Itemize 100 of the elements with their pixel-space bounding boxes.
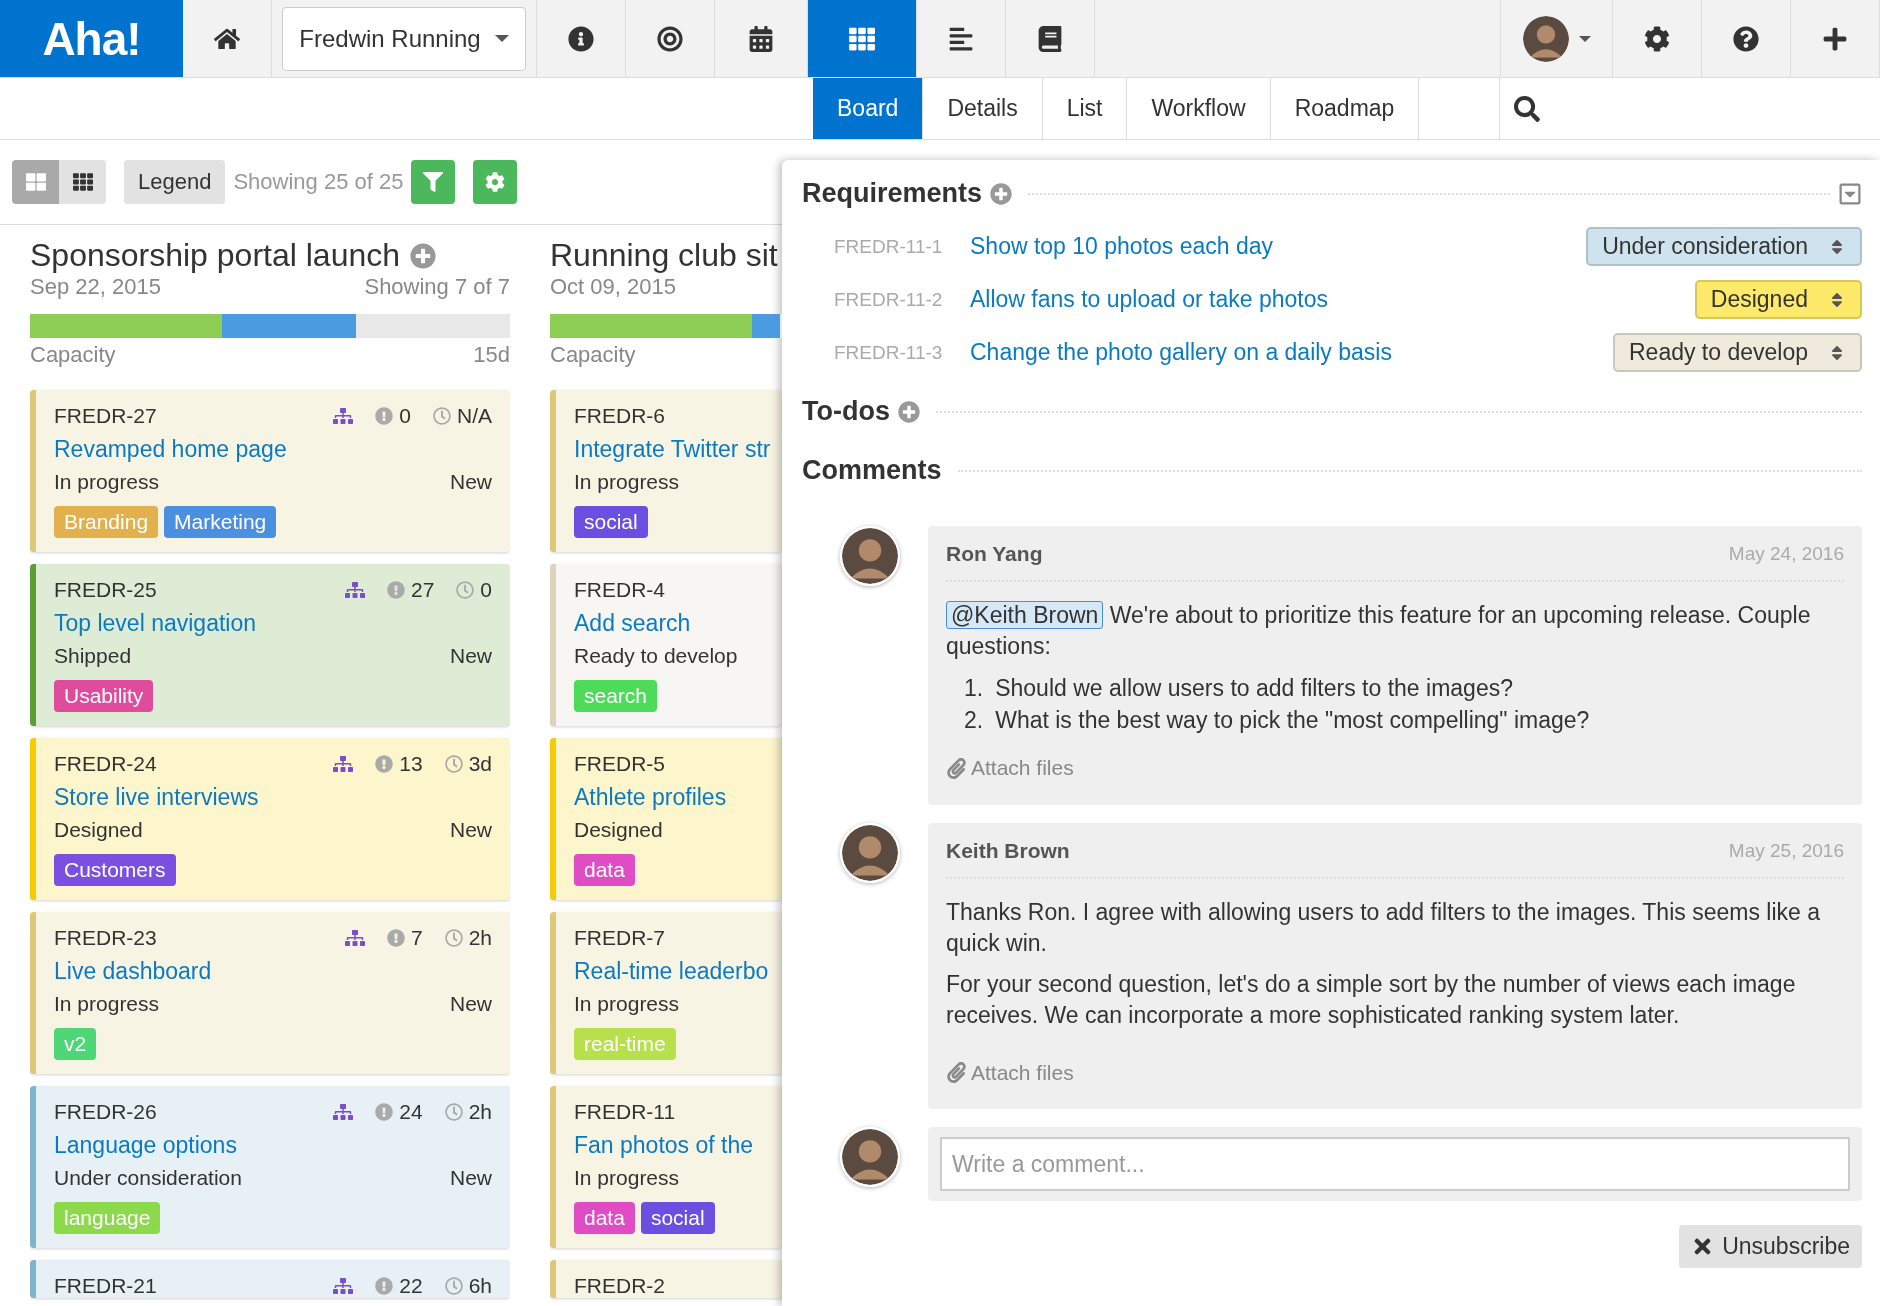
requirement-link[interactable]: Change the photo gallery on a daily basis <box>970 339 1613 366</box>
status-text: In progress <box>574 992 680 1016</box>
comment-author: Ron Yang <box>946 542 1043 566</box>
tag: Marketing <box>164 506 277 538</box>
alert-icon <box>375 1103 394 1121</box>
card-id: FREDR-11 <box>574 1100 676 1124</box>
unsubscribe-button[interactable]: Unsubscribe <box>1679 1225 1862 1268</box>
view-toggle[interactable] <box>12 160 59 204</box>
add-icon[interactable] <box>410 242 436 269</box>
card-title[interactable]: Live dashboard <box>54 956 212 986</box>
card-title[interactable]: Top level navigation <box>54 608 257 638</box>
tag: data <box>574 854 635 886</box>
search-icon[interactable] <box>1514 95 1541 122</box>
comment-input[interactable]: Write a comment... <box>940 1137 1850 1191</box>
feature-card[interactable]: FREDR-2 <box>550 1260 782 1298</box>
card-title[interactable]: Fan photos of the <box>574 1130 753 1160</box>
tag: Customers <box>54 854 176 886</box>
product-dropdown[interactable]: Fredwin Running <box>282 6 526 71</box>
requirement-id: FREDR-11-2 <box>834 288 944 311</box>
status-text: In progress <box>54 470 160 494</box>
comment-date: May 25, 2016 <box>1728 839 1844 862</box>
requirement-link[interactable]: Show top 10 photos each day <box>970 233 1587 260</box>
card-title[interactable]: Language options <box>54 1130 237 1160</box>
tag: v2 <box>54 1028 97 1060</box>
status-text: Designed <box>574 818 663 842</box>
comment-text: @Keith Brown We're about to prioritize this feature for an upcoming release. Couple questions: <box>946 600 1812 661</box>
alert-icon <box>375 755 394 773</box>
legend-button[interactable]: Legend <box>124 160 226 204</box>
view-toggle[interactable] <box>59 160 106 204</box>
card-title[interactable]: Real-time leaderbo <box>574 956 769 986</box>
list-item: What is the best way to pick the "most compelling" image? <box>995 706 1590 735</box>
nav-tab[interactable] <box>808 0 917 77</box>
card-title[interactable]: Integrate Twitter str <box>574 434 771 464</box>
feature-card[interactable]: FREDR-21 22 6h <box>30 1260 510 1298</box>
cards-icon <box>25 172 46 192</box>
comment-date: May 24, 2016 <box>1728 543 1844 565</box>
tag: data <box>574 1202 635 1234</box>
tag: real-time <box>574 1028 676 1060</box>
add-icon[interactable] <box>898 400 920 423</box>
card-id: FREDR-4 <box>574 578 665 602</box>
section-title: To-dos <box>802 396 890 427</box>
priority-text: New <box>450 644 492 668</box>
comment-text: Thanks Ron. I agree with allowing users to add filters to the images. This seems like a quick win. <box>946 897 1821 958</box>
comment-text: For your second question, let's do a simple sort by the number of views each image receives. We can incorporate a more sophisticated ranking system later. <box>946 969 1797 1030</box>
view-tab[interactable]: Board <box>813 78 924 139</box>
hierarchy-icon <box>344 580 365 600</box>
list-number: 2. <box>964 706 984 735</box>
status-select[interactable]: Ready to develop <box>1613 333 1862 372</box>
score-text: 13 <box>399 752 423 776</box>
score-text: 0 <box>399 404 411 428</box>
estimate-text: 2h <box>468 926 492 950</box>
status-text: In progress <box>574 470 680 494</box>
lines-icon <box>948 25 974 52</box>
estimate-text: 3d <box>468 752 492 776</box>
status-text: Under consideration <box>54 1166 242 1190</box>
app-logo[interactable]: Aha! <box>0 0 183 77</box>
target-icon <box>657 25 683 52</box>
release-title: Running club sit <box>550 237 778 274</box>
filter-icon <box>423 172 444 192</box>
feature-card[interactable]: FREDR-25 27 0 Top level navigation Shipped New Usability <box>30 564 510 726</box>
feature-card[interactable]: FREDR-27 0 N/A Revamped home page In progress New Branding Marketing <box>30 390 510 552</box>
feature-card[interactable]: FREDR-26 24 2h Language options Under consideration New language <box>30 1086 510 1248</box>
hierarchy-icon <box>333 406 354 426</box>
card-title[interactable]: Add search <box>574 608 691 638</box>
feature-card[interactable]: FREDR-11 Fan photos of the In progress data social <box>550 1086 782 1248</box>
add-icon[interactable] <box>990 182 1013 205</box>
status-select[interactable]: Under consideration <box>1586 227 1862 266</box>
release-date: Sep 22, 2015 <box>30 274 161 300</box>
card-id: FREDR-27 <box>54 404 157 428</box>
tag: Usability <box>54 680 154 712</box>
status-text: Shipped <box>54 644 132 668</box>
feature-card[interactable]: FREDR-5 Athlete profiles Designed data <box>550 738 782 900</box>
mention-link[interactable]: @Keith Brown <box>946 601 1104 629</box>
caret-icon <box>1578 35 1591 42</box>
feature-card[interactable]: FREDR-23 7 2h Live dashboard In progress New v2 <box>30 912 510 1074</box>
collapse-icon[interactable] <box>1838 181 1862 206</box>
caret-icon <box>494 35 509 42</box>
status-text: In progress <box>54 992 160 1016</box>
requirement-link[interactable]: Allow fans to upload or take photos <box>970 286 1695 313</box>
feature-card[interactable]: FREDR-4 Add search Ready to develop search <box>550 564 782 726</box>
card-title[interactable]: Revamped home page <box>54 434 287 464</box>
feature-card[interactable]: FREDR-24 13 3d Store live interviews Designed New Customers <box>30 738 510 900</box>
card-title[interactable]: Store live interviews <box>54 782 259 812</box>
hierarchy-icon <box>344 928 365 948</box>
feature-card[interactable]: FREDR-6 Integrate Twitter str In progress social <box>550 390 782 552</box>
card-title[interactable]: Athlete profiles <box>574 782 727 812</box>
status-select[interactable]: Designed <box>1694 280 1862 319</box>
avatar-icon <box>1522 15 1569 62</box>
release-title: Sponsorship portal launch <box>30 237 400 274</box>
calendar-icon <box>748 25 774 52</box>
capacity-value: 15d <box>473 342 510 368</box>
help-icon <box>1733 25 1759 52</box>
clock-icon <box>456 581 475 599</box>
score-text: 27 <box>410 578 435 602</box>
alert-icon <box>375 407 394 425</box>
feature-card[interactable]: FREDR-7 Real-time leaderbo In progress real-time <box>550 912 782 1074</box>
paperclip-icon <box>946 757 967 779</box>
book-icon <box>1037 25 1063 52</box>
requirement-id: FREDR-11-3 <box>834 341 944 364</box>
estimate-text: N/A <box>457 404 492 428</box>
